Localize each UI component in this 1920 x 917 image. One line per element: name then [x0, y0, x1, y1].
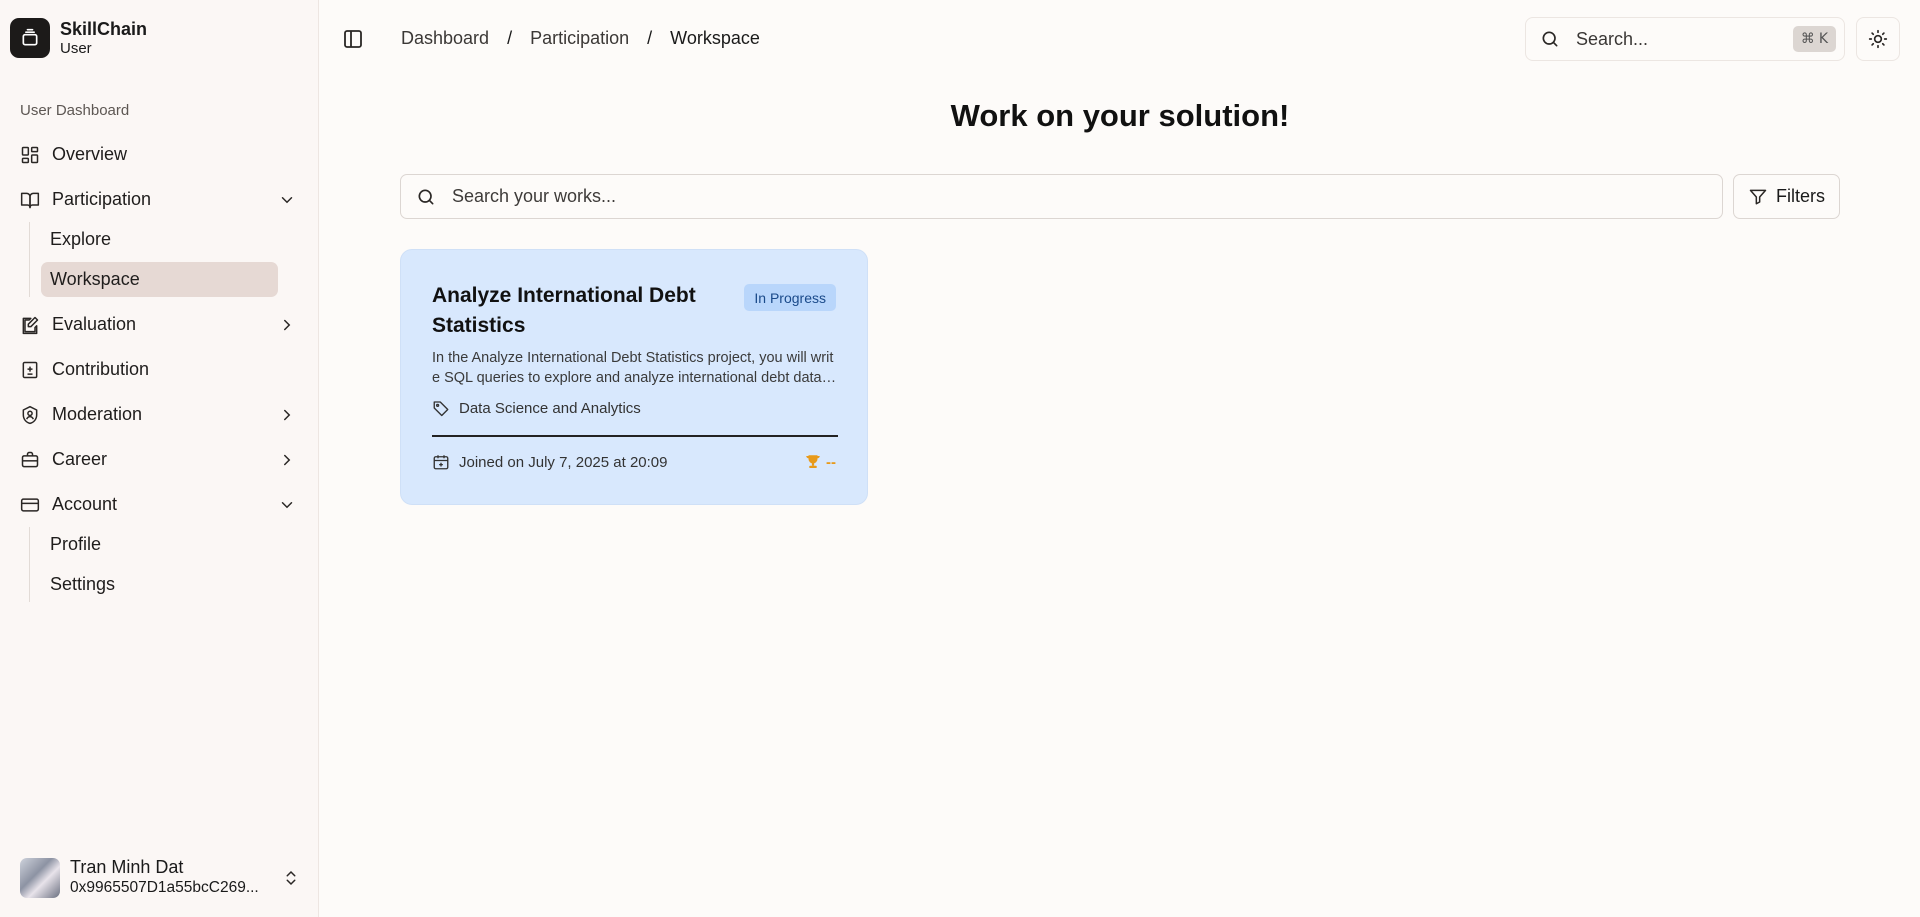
brand[interactable]: SkillChain User — [10, 18, 147, 58]
sidebar: SkillChain User User Dashboard Overview … — [0, 0, 319, 917]
filter-icon — [1748, 187, 1768, 207]
search-icon — [416, 187, 436, 207]
tag-icon — [432, 399, 450, 417]
work-card-category: Data Science and Analytics — [432, 399, 641, 417]
book-open-icon — [20, 190, 40, 210]
sun-icon — [1868, 29, 1888, 49]
breadcrumb-workspace: Workspace — [670, 28, 760, 48]
trophy-icon — [804, 453, 822, 471]
account-submenu: Profile Settings — [29, 527, 300, 602]
breadcrumb-separator: / — [647, 28, 653, 48]
credit-card-icon — [20, 495, 40, 515]
sidebar-item-account[interactable]: Account — [18, 482, 300, 527]
shortcut-key: K — [1818, 31, 1828, 47]
chevron-right-icon[interactable] — [278, 406, 296, 424]
page-title: Work on your solution! — [950, 98, 1290, 133]
sidebar-item-profile[interactable]: Profile — [41, 527, 278, 562]
theme-toggle-button[interactable] — [1856, 17, 1900, 61]
calendar-icon — [432, 453, 450, 471]
sidebar-item-overview[interactable]: Overview — [18, 132, 300, 177]
command-key: ⌘ — [1800, 31, 1815, 47]
work-card-description: In the Analyze International Debt Statis… — [432, 350, 839, 386]
joined-date: Joined on July 7, 2025 at 20:09 — [459, 453, 668, 471]
chevron-right-icon[interactable] — [278, 316, 296, 334]
sidebar-item-moderation[interactable]: Moderation — [18, 392, 300, 437]
chevrons-up-down-icon[interactable] — [282, 869, 300, 887]
category-label: Data Science and Analytics — [459, 399, 641, 417]
chevron-down-icon[interactable] — [278, 191, 296, 209]
sidebar-item-settings[interactable]: Settings — [41, 567, 278, 602]
sidebar-item-career[interactable]: Career — [18, 437, 300, 482]
square-plus-icon — [20, 360, 40, 380]
works-search — [400, 174, 1723, 219]
sidebar-item-label: Overview — [52, 144, 128, 164]
sidebar-item-label: Account — [52, 494, 118, 514]
edit-document-icon — [20, 315, 40, 335]
brand-logo-icon — [10, 18, 50, 58]
participation-submenu: Explore Workspace — [29, 222, 300, 297]
global-search-placeholder: Search... — [1576, 28, 1649, 49]
work-card-title: Analyze International Debt Statistics — [432, 284, 696, 337]
work-card-joined: Joined on July 7, 2025 at 20:09 — [432, 453, 668, 471]
layout-dashboard-icon — [20, 145, 40, 165]
search-icon — [1540, 29, 1560, 49]
sidebar-item-contribution[interactable]: Contribution — [18, 347, 300, 392]
filters-button[interactable]: Filters — [1733, 174, 1840, 219]
breadcrumb-participation[interactable]: Participation — [530, 28, 629, 49]
toggle-sidebar-button[interactable] — [341, 27, 365, 51]
work-card-score: -- — [804, 453, 836, 471]
keyboard-shortcut: ⌘ K — [1792, 26, 1836, 52]
avatar — [20, 857, 60, 898]
chevron-right-icon[interactable] — [278, 451, 296, 469]
brand-role: User — [60, 40, 92, 57]
sidebar-item-label: Contribution — [52, 359, 150, 379]
works-search-input[interactable] — [452, 186, 1652, 207]
shield-user-icon — [20, 405, 40, 425]
sidebar-item-label: Moderation — [52, 404, 143, 424]
filters-label: Filters — [1776, 186, 1825, 206]
wallet-address: 0x9965507D1a55bcC269... — [70, 879, 259, 896]
user-menu[interactable]: Tran Minh Dat 0x9965507D1a55bcC269... — [20, 857, 300, 898]
brand-name: SkillChain — [60, 19, 148, 39]
nav-group-label: User Dashboard — [20, 102, 130, 119]
sidebar-item-participation[interactable]: Participation — [18, 177, 300, 222]
score-value: -- — [826, 453, 836, 471]
sidebar-item-label: Participation — [52, 189, 152, 209]
sidebar-item-explore[interactable]: Explore — [41, 222, 278, 257]
sidebar-item-evaluation[interactable]: Evaluation — [18, 302, 300, 347]
breadcrumb-separator: / — [507, 28, 513, 48]
breadcrumb-dashboard[interactable]: Dashboard — [401, 28, 489, 49]
sidebar-nav: Overview Participation Explore Workspace… — [18, 132, 300, 607]
divider — [432, 435, 838, 437]
status-badge: In Progress — [744, 284, 836, 311]
sidebar-item-label: Career — [52, 449, 108, 469]
briefcase-icon — [20, 450, 40, 470]
global-search-button[interactable]: Search... ⌘ K — [1525, 17, 1845, 61]
chevron-down-icon[interactable] — [278, 496, 296, 514]
sidebar-item-workspace[interactable]: Workspace — [41, 262, 278, 297]
panel-left-icon — [341, 27, 365, 51]
breadcrumb: Dashboard / Participation / Workspace — [401, 28, 760, 49]
work-card[interactable]: Analyze International Debt Statistics In… — [400, 249, 868, 505]
sidebar-item-label: Evaluation — [52, 314, 137, 334]
user-name: Tran Minh Dat — [70, 857, 184, 877]
